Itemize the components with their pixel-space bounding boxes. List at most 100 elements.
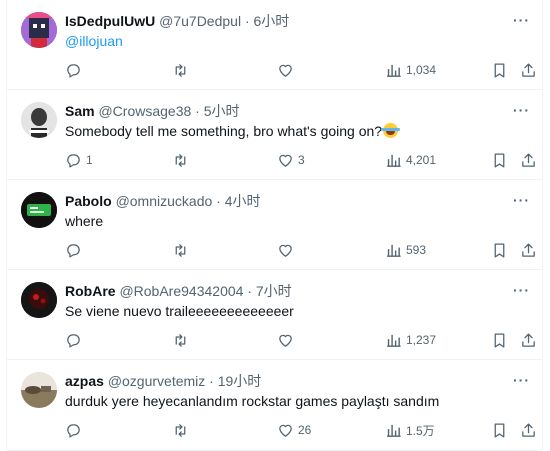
like-button[interactable]: 3 xyxy=(277,150,305,170)
display-name[interactable]: Sam xyxy=(65,103,95,119)
display-name[interactable]: azpas xyxy=(65,373,104,389)
like-button[interactable] xyxy=(277,240,298,260)
bookmark-button[interactable] xyxy=(491,60,508,80)
timestamp[interactable]: · 7小时 xyxy=(247,283,291,299)
retweet-icon xyxy=(175,243,186,257)
more-icon[interactable]: ··· xyxy=(513,12,530,28)
more-icon[interactable]: ··· xyxy=(513,282,530,298)
share-button[interactable] xyxy=(520,240,537,260)
tweet-header: Sam @Crowsage38 · 5小时 xyxy=(65,102,240,120)
retweet-icon xyxy=(175,423,186,437)
share-button[interactable] xyxy=(520,420,537,440)
like-icon xyxy=(279,424,292,437)
mention-link[interactable]: @illojuan xyxy=(65,33,123,49)
like-button[interactable]: 26 xyxy=(277,420,311,440)
retweet-button[interactable] xyxy=(172,150,193,170)
bookmark-icon xyxy=(494,62,505,78)
share-icon xyxy=(522,242,535,257)
bookmark-button[interactable] xyxy=(491,240,508,260)
view-count: 1,237 xyxy=(406,333,437,347)
avatar[interactable] xyxy=(21,12,57,48)
timestamp[interactable]: · 6小时 xyxy=(245,13,289,29)
reply-icon xyxy=(67,243,80,258)
action-bar: 1,034 xyxy=(65,60,535,80)
view-count: 593 xyxy=(406,243,427,257)
timestamp[interactable]: · 4小时 xyxy=(216,193,260,209)
views-icon xyxy=(387,154,401,167)
views-icon xyxy=(387,424,401,437)
like-icon xyxy=(279,64,292,77)
views-button[interactable]: 1,034 xyxy=(385,60,436,80)
more-icon[interactable]: ··· xyxy=(513,372,530,388)
views-button[interactable]: 1.5万 xyxy=(385,420,435,440)
retweet-button[interactable] xyxy=(172,60,193,80)
tweet-header: IsDedpulUwU @7u7Dedpul · 6小时 xyxy=(65,12,289,30)
tweet-text: where xyxy=(65,213,104,229)
display-name[interactable]: RobAre xyxy=(65,283,116,299)
timestamp[interactable]: · 19小时 xyxy=(209,373,261,389)
retweet-button[interactable] xyxy=(172,240,193,260)
like-button[interactable] xyxy=(277,330,298,350)
bookmark-icon xyxy=(494,422,505,438)
display-name[interactable]: IsDedpulUwU xyxy=(65,13,155,29)
bookmark-button[interactable] xyxy=(491,420,508,440)
reply-button[interactable]: 1 xyxy=(65,150,93,170)
reply-tweet[interactable]: azpas @ozgurvetemiz · 19小时 ··· durduk ye… xyxy=(7,360,542,451)
tweet-text: durduk yere heyecanlandım rockstar games… xyxy=(65,393,440,409)
bookmark-button[interactable] xyxy=(491,150,508,170)
avatar[interactable] xyxy=(21,192,57,228)
views-icon xyxy=(387,64,401,77)
views-icon xyxy=(387,244,401,257)
views-button[interactable]: 1,237 xyxy=(385,330,436,350)
reply-tweet[interactable]: IsDedpulUwU @7u7Dedpul · 6小时 ··· @illoju… xyxy=(7,0,542,90)
reply-icon xyxy=(67,423,80,438)
retweet-icon xyxy=(175,63,186,77)
retweet-icon xyxy=(175,333,186,347)
reply-button[interactable] xyxy=(65,240,86,260)
like-count: 26 xyxy=(298,423,312,437)
user-handle[interactable]: @Crowsage38 xyxy=(98,103,191,119)
avatar[interactable] xyxy=(21,282,57,318)
reply-tweet[interactable]: Sam @Crowsage38 · 5小时 ··· Somebody tell … xyxy=(7,90,542,180)
tweet-text: @illojuan xyxy=(65,32,123,50)
view-count: 1,034 xyxy=(406,63,437,77)
tweet-text-content: Somebody tell me something, bro what's g… xyxy=(65,123,383,139)
share-button[interactable] xyxy=(520,60,537,80)
timestamp[interactable]: · 5小时 xyxy=(195,103,239,119)
bookmark-button[interactable] xyxy=(491,330,508,350)
share-button[interactable] xyxy=(520,330,537,350)
avatar[interactable] xyxy=(21,372,57,408)
like-icon xyxy=(279,154,292,167)
more-icon[interactable]: ··· xyxy=(513,192,530,208)
reply-tweet[interactable]: RobAre @RobAre94342004 · 7小时 ··· Se vien… xyxy=(7,270,542,360)
tweet-header: azpas @ozgurvetemiz · 19小时 xyxy=(65,372,261,390)
display-name[interactable]: Pabolo xyxy=(65,193,112,209)
reply-icon xyxy=(67,63,80,78)
views-button[interactable]: 4,201 xyxy=(385,150,436,170)
reply-tweet[interactable]: Pabolo @omnizuckado · 4小时 ··· where 593 xyxy=(7,180,542,270)
share-button[interactable] xyxy=(520,150,537,170)
user-handle[interactable]: @ozgurvetemiz xyxy=(108,373,205,389)
user-handle[interactable]: @7u7Dedpul xyxy=(159,13,241,29)
retweet-button[interactable] xyxy=(172,420,193,440)
more-icon[interactable]: ··· xyxy=(513,102,530,118)
laughing-emoji xyxy=(381,123,401,138)
view-count: 4,201 xyxy=(406,153,437,167)
retweet-button[interactable] xyxy=(172,330,193,350)
user-handle[interactable]: @RobAre94342004 xyxy=(119,283,243,299)
reply-icon xyxy=(67,153,80,168)
like-button[interactable] xyxy=(277,60,298,80)
avatar[interactable] xyxy=(21,102,57,138)
reply-button[interactable] xyxy=(65,330,86,350)
reply-timeline: IsDedpulUwU @7u7Dedpul · 6小时 ··· @illoju… xyxy=(6,0,543,451)
user-handle[interactable]: @omnizuckado xyxy=(116,193,213,209)
like-count: 3 xyxy=(298,153,305,167)
reply-button[interactable] xyxy=(65,420,86,440)
reply-count: 1 xyxy=(86,153,93,167)
views-icon xyxy=(387,334,401,347)
retweet-icon xyxy=(175,153,186,167)
share-icon xyxy=(522,152,535,167)
views-button[interactable]: 593 xyxy=(385,240,426,260)
share-icon xyxy=(522,422,535,437)
reply-button[interactable] xyxy=(65,60,86,80)
